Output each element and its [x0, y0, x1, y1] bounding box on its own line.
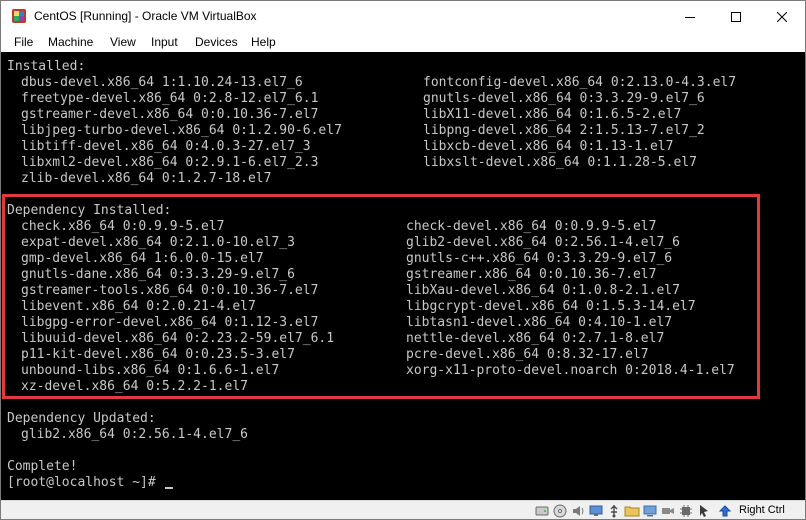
installed-package: zlib-devel.x86_64 0:1.2.7-18.el7: [21, 171, 272, 186]
installed-package: libxslt-devel.x86_64 0:1.1.28-5.el7: [423, 155, 697, 170]
dependency-installed-package: pcre-devel.x86_64 0:8.32-17.el7: [406, 347, 649, 362]
installed-package: libtiff-devel.x86_64 0:4.0.3-27.el7_3: [21, 139, 311, 154]
cpu-icon[interactable]: [678, 503, 694, 519]
menu-bar: File Machine View Input Devices Help: [1, 32, 805, 52]
virtualbox-app-icon: [12, 9, 26, 23]
menu-machine[interactable]: Machine: [48, 35, 93, 49]
video-capture-icon[interactable]: [660, 503, 676, 519]
mouse-integration-icon[interactable]: [696, 503, 712, 519]
installed-package: gstreamer-devel.x86_64 0:0.10.36-7.el7: [21, 107, 319, 122]
menu-file[interactable]: File: [14, 35, 33, 49]
dependency-installed-package: glib2-devel.x86_64 0:2.56.1-4.el7_6: [406, 235, 680, 250]
close-icon: [777, 11, 787, 22]
dependency-installed-package: gstreamer-tools.x86_64 0:0.10.36-7.el7: [21, 283, 319, 298]
installed-package: libjpeg-turbo-devel.x86_64 0:1.2.90-6.el…: [21, 123, 342, 138]
dependency-updated-package: glib2.x86_64 0:2.56.1-4.el7_6: [21, 427, 248, 442]
dependency-installed-package: check-devel.x86_64 0:0.9.9-5.el7: [406, 219, 657, 234]
installed-package: libX11-devel.x86_64 0:1.6.5-2.el7: [423, 107, 682, 122]
dependency-installed-package: libtasn1-devel.x86_64 0:4.10-1.el7: [406, 315, 673, 330]
dependency-installed-package: p11-kit-devel.x86_64 0:0.23.5-3.el7: [21, 347, 295, 362]
installed-package: libpng-devel.x86_64 2:1.5.13-7.el7_2: [423, 123, 705, 138]
menu-input[interactable]: Input: [151, 35, 178, 49]
title-bar[interactable]: CentOS [Running] - Oracle VM VirtualBox: [1, 1, 805, 32]
installed-package: libxml2-devel.x86_64 0:2.9.1-6.el7_2.3: [21, 155, 319, 170]
host-key-label: Right Ctrl: [739, 504, 785, 516]
installed-package: fontconfig-devel.x86_64 0:2.13.0-4.3.el7: [423, 75, 737, 90]
installed-package: libxcb-devel.x86_64 0:1.13-1.el7: [423, 139, 674, 154]
text-cursor: [164, 487, 173, 489]
dependency-installed-package: xorg-x11-proto-devel.noarch 0:2018.4-1.e…: [406, 363, 735, 378]
shell-prompt-line: [root@localhost ~]#: [7, 475, 173, 491]
usb-icon[interactable]: [606, 503, 622, 519]
dependency-installed-package: expat-devel.x86_64 0:2.1.0-10.el7_3: [21, 235, 295, 250]
hard-disk-icon[interactable]: [534, 503, 550, 519]
dependency-installed-package: libgcrypt-devel.x86_64 0:1.5.3-14.el7: [406, 299, 696, 314]
window-title: CentOS [Running] - Oracle VM VirtualBox: [34, 9, 257, 23]
dependency-installed-package: check.x86_64 0:0.9.9-5.el7: [21, 219, 225, 234]
minimize-button[interactable]: [667, 1, 713, 32]
dependency-updated-header: Dependency Updated:: [7, 411, 156, 426]
dependency-installed-package: gstreamer.x86_64 0:0.10.36-7.el7: [406, 267, 657, 282]
virtualbox-window: CentOS [Running] - Oracle VM VirtualBox …: [0, 0, 806, 520]
menu-view[interactable]: View: [110, 35, 136, 49]
installed-package: dbus-devel.x86_64 1:1.10.24-13.el7_6: [21, 75, 303, 90]
dependency-installed-package: libgpg-error-devel.x86_64 0:1.12-3.el7: [21, 315, 319, 330]
shared-folders-icon[interactable]: [624, 503, 640, 519]
display-icon[interactable]: [642, 503, 658, 519]
dependency-installed-package: xz-devel.x86_64 0:5.2.2-1.el7: [21, 379, 248, 394]
installed-package: freetype-devel.x86_64 0:2.8-12.el7_6.1: [21, 91, 319, 106]
dependency-installed-package: gnutls-dane.x86_64 0:3.3.29-9.el7_6: [21, 267, 295, 282]
dependency-installed-package: nettle-devel.x86_64 0:2.7.1-8.el7: [406, 331, 665, 346]
dependency-installed-package: gnutls-c++.x86_64 0:3.3.29-9.el7_6: [406, 251, 673, 266]
dependency-installed-package: libXau-devel.x86_64 0:1.0.8-2.1.el7: [406, 283, 680, 298]
dependency-installed-package: unbound-libs.x86_64 0:1.6.6-1.el7: [21, 363, 280, 378]
menu-devices[interactable]: Devices: [195, 35, 238, 49]
network-icon[interactable]: [588, 503, 604, 519]
status-bar: Right Ctrl: [1, 500, 805, 519]
host-key-arrow-icon[interactable]: [717, 503, 733, 519]
dependency-installed-header: Dependency Installed:: [7, 203, 172, 218]
dependency-installed-package: libuuid-devel.x86_64 0:2.23.2-59.el7_6.1: [21, 331, 335, 346]
optical-drive-icon[interactable]: [552, 503, 568, 519]
audio-icon[interactable]: [570, 503, 586, 519]
installed-package: gnutls-devel.x86_64 0:3.3.29-9.el7_6: [423, 91, 705, 106]
shell-prompt: [root@localhost ~]#: [7, 475, 164, 490]
dependency-installed-package: libevent.x86_64 0:2.0.21-4.el7: [21, 299, 256, 314]
complete-message: Complete!: [7, 459, 78, 474]
dependency-installed-package: gmp-devel.x86_64 1:6.0.0-15.el7: [21, 251, 264, 266]
maximize-icon: [731, 11, 741, 22]
close-button[interactable]: [759, 1, 805, 32]
menu-help[interactable]: Help: [251, 35, 276, 49]
vm-console[interactable]: Installed: dbus-devel.x86_64 1:1.10.24-1…: [1, 52, 805, 500]
maximize-button[interactable]: [713, 1, 759, 32]
minimize-icon: [685, 16, 695, 18]
installed-header: Installed:: [7, 59, 86, 74]
